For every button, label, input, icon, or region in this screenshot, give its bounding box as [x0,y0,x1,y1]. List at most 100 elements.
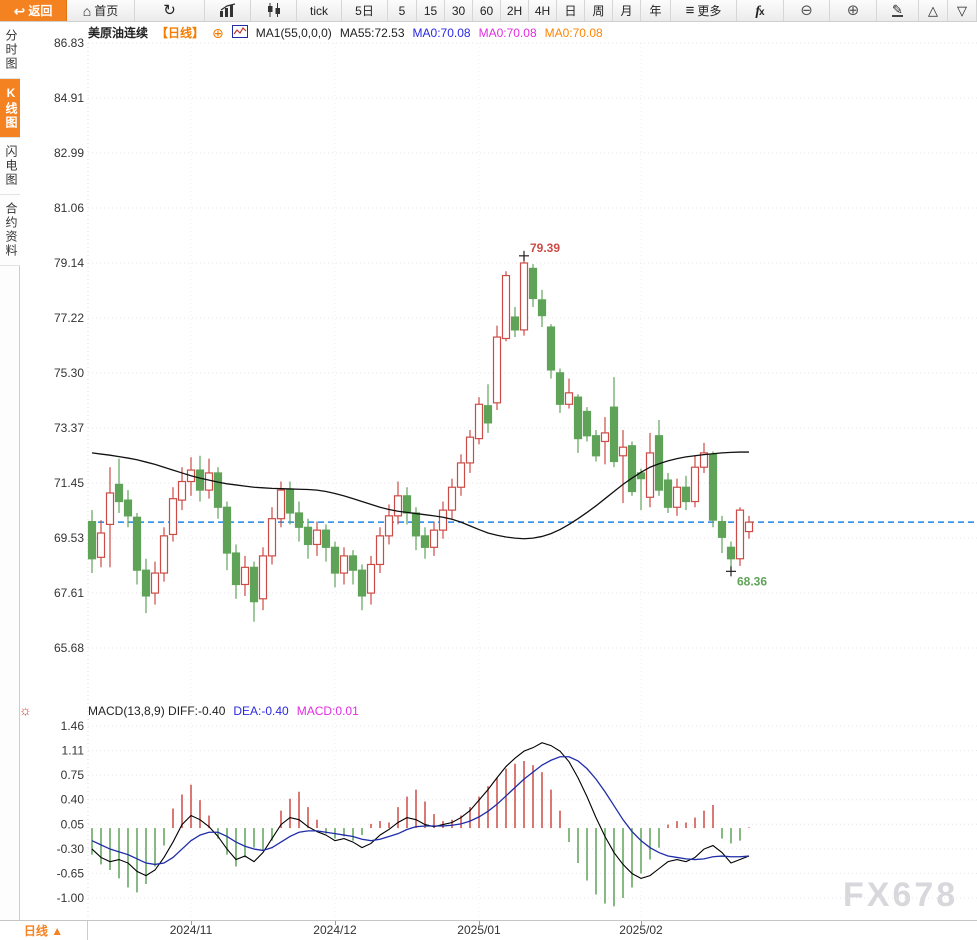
sidebar-item-kline-chart[interactable]: K线图 [0,79,20,138]
month-axis-label: 2025/02 [619,923,663,937]
month-axis-label: 2024/11 [169,923,213,937]
period-month[interactable]: 月 [613,0,641,21]
period-2h-label: 2H [506,3,523,18]
period-year[interactable]: 年 [641,0,671,21]
refresh-button[interactable]: ↻ [135,0,205,21]
back-button[interactable]: ↩ 返回 [0,0,67,21]
period-week-label: 周 [592,4,605,18]
expand-up-button[interactable]: △ [919,0,948,21]
candlestick-button[interactable] [251,0,297,21]
circle-plus-icon: ⊕ [212,24,224,41]
period-15-label: 15 [423,3,438,18]
period-2h[interactable]: 2H [501,0,529,21]
period-30-label: 30 [451,3,466,18]
period-5[interactable]: 5 [388,0,417,21]
more-button[interactable]: ≡ 更多 [671,0,737,21]
expand-down-button[interactable]: ▽ [948,0,977,21]
ma0-value-orange: MA0:70.08 [544,25,603,40]
symbol-name: 美原油连续 [88,26,149,40]
macd-axis-label: 0.05 [61,817,85,831]
period-tick-label: tick [310,3,328,18]
dea-value: DEA:-0.40 [233,704,289,718]
ma0-value-blue: MA0:70.08 [412,25,471,40]
period-5day-label: 5日 [355,4,374,18]
home-button[interactable]: ⌂ 首页 [67,0,135,21]
macd-axis-label: -0.65 [57,866,85,880]
home-button-label: 首页 [94,4,119,18]
period-week[interactable]: 周 [585,0,613,21]
fx-icon: fx [755,3,765,19]
price-macd-chart[interactable]: 86.83 84.91 82.99 81.06 79.14 77.22 75.30 73.37… [0,0,977,940]
bottom-axis-bar: 日线 ▲ 2024/11 2024/12 2025/01 2025/02 [0,920,977,940]
macd-value: MACD:0.01 [296,704,359,718]
bar-chart-button[interactable] [205,0,251,21]
period-15[interactable]: 15 [417,0,445,21]
price-axis-label: 69.53 [54,531,84,545]
draw-button[interactable]: ✎ [877,0,919,21]
price-axis-label: 71.45 [54,476,84,490]
main-chart-legend: 美原油连续 【日线】 ⊕ MA1(55,0,0,0) MA55:72.53 MA0:70.… [88,24,603,41]
zoom-in-icon: ⊕ [846,2,860,19]
period-year-label: 年 [649,4,662,18]
period-day-label: 日 [564,4,577,18]
period-indicator[interactable]: 日线 ▲ [0,921,88,940]
period-30[interactable]: 30 [445,0,473,21]
candlestick-icon [266,2,282,19]
period-5day[interactable]: 5日 [342,0,388,21]
period-4h[interactable]: 4H [529,0,557,21]
price-axis-label: 67.61 [54,586,84,600]
home-icon: ⌂ [82,2,92,19]
price-axis-label: 82.99 [54,146,84,160]
triangle-up-icon: △ [928,3,938,18]
price-axis-label: 73.37 [54,421,84,435]
back-button-label: 返回 [28,4,53,18]
zoom-in-button[interactable]: ⊕ [830,0,877,21]
period-tag: 【日线】 [156,26,205,40]
bar-chart-icon [219,2,237,19]
line-chart-icon [231,25,248,40]
month-axis-label: 2025/01 [457,923,501,937]
ma55-value: MA55:72.53 [339,25,405,40]
sidebar-item-contract-info[interactable]: 合约资料 [0,195,20,266]
triangle-down-icon: ▽ [957,3,967,18]
watermark: FX678 [843,876,959,914]
price-axis-label: 79.14 [54,256,84,270]
macd-axis-label: 0.40 [61,793,85,807]
left-sidebar: 分时图 K线图 闪电图 合约资料 [0,22,20,920]
period-day[interactable]: 日 [557,0,585,21]
macd-axis-label: 0.75 [61,768,85,782]
period-month-label: 月 [620,4,633,18]
top-toolbar: ↩ 返回 ⌂ 首页 ↻ tick 5日 5 15 30 60 2H 4H 日周月年 ≡ 更多 fx ⊖ ⊕ ✎ △ ▽ [0,0,977,22]
macd-axis-label: 1.46 [61,719,85,733]
month-axis-label: 2024/12 [313,923,357,937]
sidebar-item-lightning-chart[interactable]: 闪电图 [0,138,20,195]
refresh-icon: ↻ [163,2,176,19]
ma-params: MA1(55,0,0,0) [255,25,332,40]
price-axis-label: 77.22 [54,311,84,325]
price-axis-label: 65.68 [54,641,84,655]
period-60-label: 60 [479,3,494,18]
sidebar-item-time-chart[interactable]: 分时图 [0,22,20,79]
price-axis-label: 81.06 [54,201,84,215]
macd-legend: MACD(13,8,9) DIFF:-0.40 DEA:-0.40 MACD:0.0… [88,704,359,718]
price-axis-label: 75.30 [54,366,84,380]
menu-icon: ≡ [685,2,695,19]
macd-params: MACD(13,8,9) DIFF:-0.40 [88,704,226,718]
zoom-out-icon: ⊖ [800,2,813,19]
more-button-label: 更多 [697,4,722,18]
period-60[interactable]: 60 [473,0,501,21]
macd-settings-icon[interactable]: ☼ [19,703,32,717]
low-price-annotation: 68.36 [737,574,767,588]
price-axis-label: 84.91 [54,91,84,105]
period-tick[interactable]: tick [297,0,342,21]
price-axis-label: 86.83 [54,36,84,50]
back-arrow-icon: ↩ [13,2,26,19]
zoom-out-button[interactable]: ⊖ [784,0,830,21]
high-price-annotation: 79.39 [530,241,560,255]
macd-axis-label: -1.00 [57,891,85,905]
chart-application: ↩ 返回 ⌂ 首页 ↻ tick 5日 5 15 30 60 2H 4H 日周月年 ≡ 更多 fx ⊖ ⊕ ✎ △ ▽ 分… [0,0,977,940]
period-4h-label: 4H [534,3,551,18]
indicator-button[interactable]: fx [737,0,784,21]
period-5-label: 5 [398,3,406,18]
macd-axis-label: 1.11 [62,744,85,758]
